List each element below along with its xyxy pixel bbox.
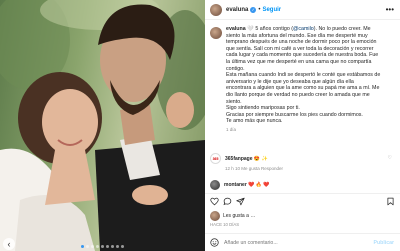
bookmark-icon[interactable] [386,197,395,206]
carousel-dot [116,245,119,248]
caption-line: No lo puedo creer. Me [318,26,371,32]
heart-icon[interactable] [210,197,219,206]
post-actions [205,193,400,207]
carousel-dot [111,245,114,248]
likes-summary[interactable]: Les gusta a ... [210,211,255,221]
carousel-dot [86,245,89,248]
commenter-username[interactable]: 365fanpage [225,156,253,162]
comment-item: 365 365fanpage 😍 ✨ ♡ [210,153,396,164]
post-timestamp: HACE 10 DÍAS [210,222,240,227]
header-separator: • [258,6,261,13]
carousel-dot [106,245,109,248]
carousel-dots [0,245,205,248]
caption-line: 5 años contigo [255,26,290,32]
caption-line: que sentía. Salí con mi café a ver toda … [226,45,374,52]
caption-username[interactable]: evaluna [226,26,246,32]
comment-meta: 12 h 10 Me gusta Responder [225,166,284,171]
caption-line: siento la más afortuna del mundo. Ese dí… [226,32,368,39]
photo-illustration [0,0,205,251]
caption-line: siento. [226,98,242,105]
caption-text: evaluna 🤍 5 años contigo (@camilo). No l… [226,26,394,125]
caption-line: encontrara a alguien que la ame como su … [226,85,380,92]
comment-input[interactable] [224,239,374,246]
caption-line: dio llanto porque de verdad no puedo cre… [226,91,370,98]
comment-bar: Publicar [205,233,400,251]
comment-body: 😍 ✨ [253,155,268,162]
liker-avatar [210,211,220,221]
more-horizontal-icon[interactable]: ••• [386,5,394,14]
likes-text: Les gusta a [223,213,249,219]
post-details-panel: evaluna ✓ • Seguir ••• evaluna 🤍 5 años … [205,0,400,251]
caption-line: Esta mañana cuando Indi se despertó le c… [226,72,381,79]
follow-button[interactable]: Seguir [262,7,281,13]
post-header: evaluna ✓ • Seguir ••• [205,0,400,20]
caption-line: aniversario y le dije que yo deseaba que… [226,78,354,85]
caption-time: 1 día [226,126,237,132]
caption-line: temprano después de una noche de dormir … [226,39,377,46]
share-icon[interactable] [236,197,245,206]
carousel-dot [121,245,124,248]
comment-like-icon[interactable]: ♡ [388,155,392,161]
caption-mention[interactable]: @camilo [293,26,314,32]
comment-text: montaner ❤️ 🔥 ❤️ [224,182,270,188]
caption-avatar[interactable] [210,27,222,39]
author-username[interactable]: evaluna [226,7,248,13]
emoji-icon[interactable] [210,238,219,247]
caption-line: Gracias por siempre buscarme los pies cu… [226,111,363,118]
carousel-dot [101,245,104,248]
caption-line: la última vez que me desperté en una cam… [226,58,372,65]
commenter-username[interactable]: montaner [224,182,247,188]
caption-heart-emoji: 🤍 [247,26,254,32]
commenter-avatar[interactable]: 365 [210,153,221,164]
comment-icon[interactable] [223,197,232,206]
post-photo[interactable]: ‹ [0,0,205,251]
comment-item: montaner ❤️ 🔥 ❤️ [210,180,396,190]
commenter-avatar[interactable] [210,180,220,190]
caption-line: Te amo más que nunca. [226,118,283,125]
verified-badge-icon: ✓ [250,6,257,13]
carousel-dot [81,245,84,248]
author-avatar[interactable] [210,3,222,16]
comment-text: 365fanpage 😍 ✨ [225,156,268,162]
carousel-dot [96,245,99,248]
carousel-dot [91,245,94,248]
post-caption: evaluna 🤍 5 años contigo (@camilo). No l… [210,26,396,132]
publish-button[interactable]: Publicar [374,240,394,246]
caption-line: cada lugar y cada momento que sucedería … [226,52,379,59]
previous-slide-button[interactable]: ‹ [3,238,15,250]
caption-line: Sigo sintiendo mariposas por ti. [226,105,300,112]
caption-line: contigo. [226,65,245,72]
likes-who: ... [250,213,256,219]
comment-body: ❤️ 🔥 ❤️ [248,182,270,188]
